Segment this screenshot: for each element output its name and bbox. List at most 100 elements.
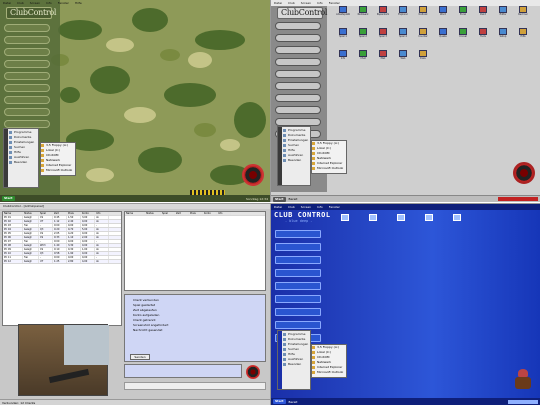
- desktop-icon[interactable]: Spiel 2: [353, 28, 373, 44]
- desktop-icon[interactable]: Netzwerk: [353, 6, 373, 22]
- menu-item[interactable]: Fenster: [329, 1, 340, 5]
- menu-item[interactable]: Datei: [274, 1, 282, 5]
- sidebar-button[interactable]: [275, 34, 321, 42]
- menu-item[interactable]: Screen: [30, 1, 40, 5]
- menu-item[interactable]: Datei: [3, 1, 11, 5]
- column-header[interactable]: Konto: [81, 212, 95, 215]
- column-header[interactable]: Info: [95, 212, 109, 215]
- desktop-icon[interactable]: Spiel 3: [373, 28, 393, 44]
- sidebar-button[interactable]: [4, 120, 50, 128]
- sidebar-button[interactable]: [275, 308, 321, 316]
- sidebar-button[interactable]: [275, 230, 321, 238]
- column-header[interactable]: Name: [3, 212, 23, 215]
- column-header[interactable]: Spiel: [161, 212, 175, 215]
- sidebar-button[interactable]: [4, 48, 50, 56]
- desktop-icon[interactable]: Rechner: [513, 6, 533, 22]
- menu-item[interactable]: Info: [317, 1, 323, 5]
- desktop-icon-label: Quake: [439, 35, 447, 38]
- desktop-icon[interactable]: Explorer: [393, 6, 413, 22]
- menu-item[interactable]: Fenster: [58, 1, 69, 5]
- toolbar-icon[interactable]: [341, 213, 349, 221]
- column-header[interactable]: Preis: [189, 212, 203, 215]
- sidebar-button[interactable]: [4, 36, 50, 44]
- toolbar-icon[interactable]: [397, 213, 405, 221]
- desktop-icon[interactable]: Spiel 1: [333, 28, 353, 44]
- column-header[interactable]: Info: [217, 212, 231, 215]
- sidebar-button[interactable]: [275, 82, 321, 90]
- toolbar-icon[interactable]: [425, 213, 433, 221]
- column-header[interactable]: Preis: [67, 212, 81, 215]
- sidebar-button[interactable]: [275, 46, 321, 54]
- desktop-icon[interactable]: Doku: [413, 50, 433, 66]
- sidebar-button[interactable]: [275, 70, 321, 78]
- desktop-icon[interactable]: Chat: [353, 50, 373, 66]
- submenu-item[interactable]: Microsoft Outlook: [41, 168, 75, 173]
- desktop-icon[interactable]: Spiel 4: [393, 28, 413, 44]
- sidebar-button[interactable]: [275, 269, 321, 277]
- sidebar-button[interactable]: [4, 96, 50, 104]
- column-header[interactable]: Status: [145, 212, 161, 215]
- column-header[interactable]: Name: [125, 212, 145, 215]
- sidebar-button[interactable]: [4, 24, 50, 32]
- sidebar-button[interactable]: [4, 84, 50, 92]
- sidebar-button[interactable]: [275, 321, 321, 329]
- menu-item[interactable]: Screen: [301, 205, 311, 209]
- sidebar-button[interactable]: [275, 282, 321, 290]
- start-button[interactable]: Start: [2, 196, 15, 201]
- desktop-icon[interactable]: Unreal: [453, 28, 473, 44]
- desktop-icon[interactable]: Mail: [373, 50, 393, 66]
- sidebar-button[interactable]: [4, 108, 50, 116]
- desktop-icon[interactable]: Web: [393, 50, 413, 66]
- sidebar-button[interactable]: [275, 118, 321, 126]
- sidebar-button[interactable]: [275, 256, 321, 264]
- input-bar[interactable]: [124, 382, 266, 390]
- sidebar-button[interactable]: [275, 58, 321, 66]
- desktop-icon[interactable]: Counter: [413, 28, 433, 44]
- menu-item[interactable]: Club: [288, 1, 295, 5]
- desktop-icon[interactable]: Tools: [473, 28, 493, 44]
- desktop-icon[interactable]: Info: [333, 50, 353, 66]
- sidebar-button[interactable]: [275, 94, 321, 102]
- start-menu-item[interactable]: Beenden: [9, 160, 34, 165]
- toolbar-icon[interactable]: [369, 213, 377, 221]
- send-button[interactable]: Senden: [130, 354, 150, 360]
- desktop-icon[interactable]: Setup: [493, 28, 513, 44]
- start-button[interactable]: Start: [273, 399, 286, 404]
- menu-item[interactable]: Hilfe: [75, 1, 82, 5]
- desktop-icon[interactable]: Arbeitsplatz: [333, 6, 353, 22]
- submenu-item[interactable]: Microsoft Outlook: [312, 370, 346, 375]
- column-header[interactable]: Spiel: [39, 212, 53, 215]
- desktop-icon[interactable]: Excel: [453, 6, 473, 22]
- menu-item[interactable]: Datei: [274, 205, 282, 209]
- menu-item[interactable]: Info: [46, 1, 52, 5]
- menu-item[interactable]: Club: [288, 205, 295, 209]
- desktop-icon[interactable]: Quake: [433, 28, 453, 44]
- desktop-icon[interactable]: Editor: [493, 6, 513, 22]
- message-input[interactable]: [124, 364, 242, 378]
- desktop-icon[interactable]: Paint: [473, 6, 493, 22]
- start-menu-item[interactable]: Beenden: [283, 158, 308, 163]
- desktop-icon[interactable]: Hilfe: [513, 28, 533, 44]
- sidebar-button[interactable]: [275, 106, 321, 114]
- column-header[interactable]: Zeit: [175, 212, 189, 215]
- table-row[interactable]: PC 12 belegt UT 1:25 2,80 4,00 ok: [3, 260, 121, 264]
- desktop-icon[interactable]: Word: [433, 6, 453, 22]
- menu-item[interactable]: Info: [317, 205, 323, 209]
- desktop-icon[interactable]: Papierkorb: [373, 6, 393, 22]
- menu-item[interactable]: Screen: [301, 1, 311, 5]
- column-header[interactable]: Konto: [203, 212, 217, 215]
- sidebar-button[interactable]: [275, 22, 321, 30]
- sidebar-button[interactable]: [275, 295, 321, 303]
- column-header[interactable]: Status: [23, 212, 39, 215]
- toolbar-icon[interactable]: [453, 213, 461, 221]
- start-menu-item[interactable]: Beenden: [283, 362, 308, 367]
- menu-item[interactable]: Fenster: [329, 205, 340, 209]
- sidebar-button[interactable]: [4, 60, 50, 68]
- sidebar-button[interactable]: [4, 72, 50, 80]
- menu-item[interactable]: Club: [17, 1, 24, 5]
- column-header[interactable]: Zeit: [53, 212, 67, 215]
- desktop-icon[interactable]: Outlook: [413, 6, 433, 22]
- sidebar-button[interactable]: [275, 243, 321, 251]
- submenu-item[interactable]: Microsoft Outlook: [312, 166, 346, 171]
- start-button[interactable]: Start: [273, 196, 286, 202]
